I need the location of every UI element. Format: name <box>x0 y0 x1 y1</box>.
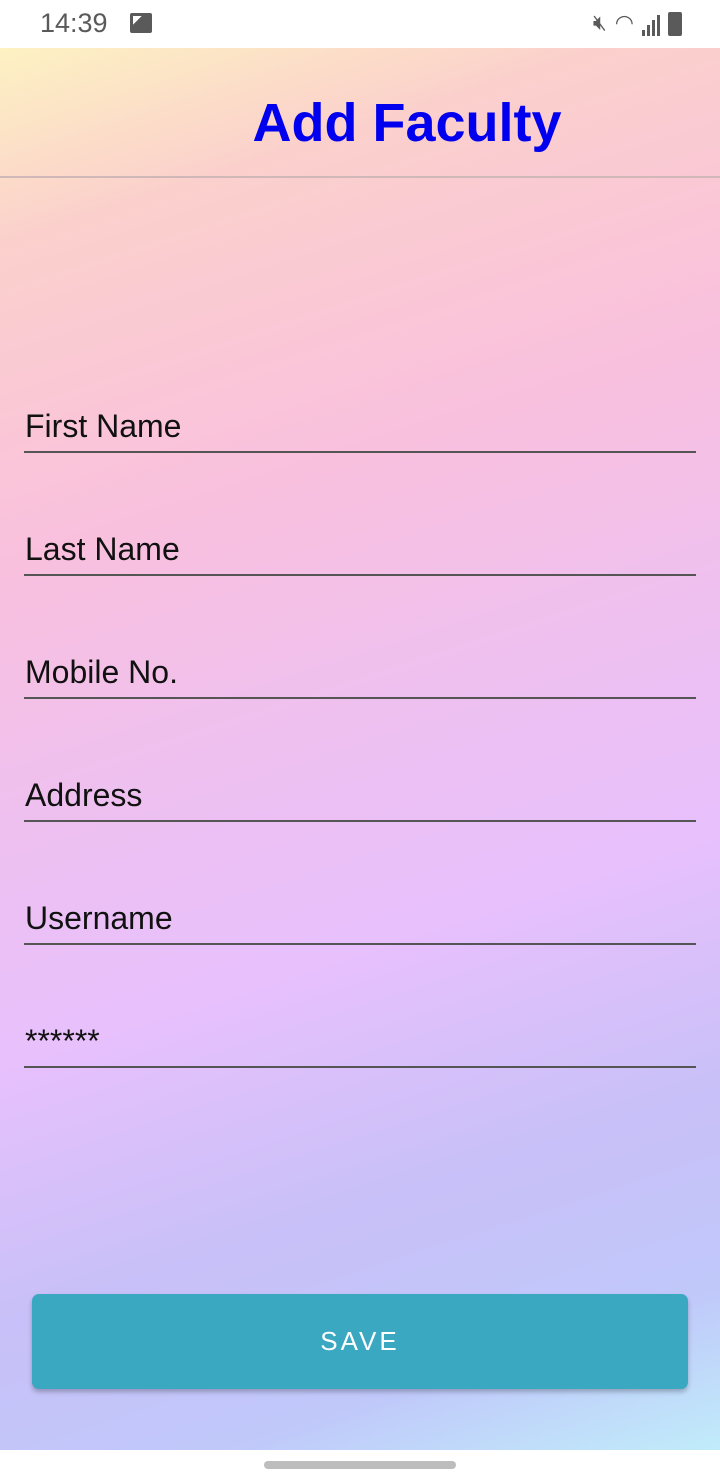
address-input[interactable]: Address <box>24 762 696 822</box>
last-name-input[interactable]: Last Name <box>24 516 696 576</box>
mobile-placeholder: Mobile No. <box>25 654 178 690</box>
home-gesture-bar[interactable] <box>264 1461 456 1469</box>
first-name-placeholder: First Name <box>25 408 182 444</box>
save-button[interactable]: SAVE <box>32 1294 688 1389</box>
username-input[interactable]: Username <box>24 885 696 945</box>
add-faculty-screen: Add Faculty First Name Last Name Mobile … <box>0 48 720 1450</box>
header-divider <box>0 176 720 178</box>
password-input[interactable]: ****** <box>24 1008 696 1068</box>
password-placeholder: ****** <box>25 1023 100 1059</box>
mobile-input[interactable]: Mobile No. <box>24 639 696 699</box>
last-name-placeholder: Last Name <box>25 531 180 567</box>
page-title: Add Faculty <box>252 93 562 153</box>
username-placeholder: Username <box>25 900 173 936</box>
address-placeholder: Address <box>25 777 143 813</box>
image-icon <box>130 13 152 33</box>
wifi-icon: ◠ <box>614 10 634 35</box>
status-time: 14:39 <box>40 8 108 38</box>
signal-icon <box>642 12 660 36</box>
mute-icon: 🔇︎ <box>592 10 607 35</box>
status-bar: 14:39 🔇︎ ◠ <box>0 0 720 48</box>
battery-icon <box>668 12 682 36</box>
first-name-input[interactable]: First Name <box>24 393 696 453</box>
